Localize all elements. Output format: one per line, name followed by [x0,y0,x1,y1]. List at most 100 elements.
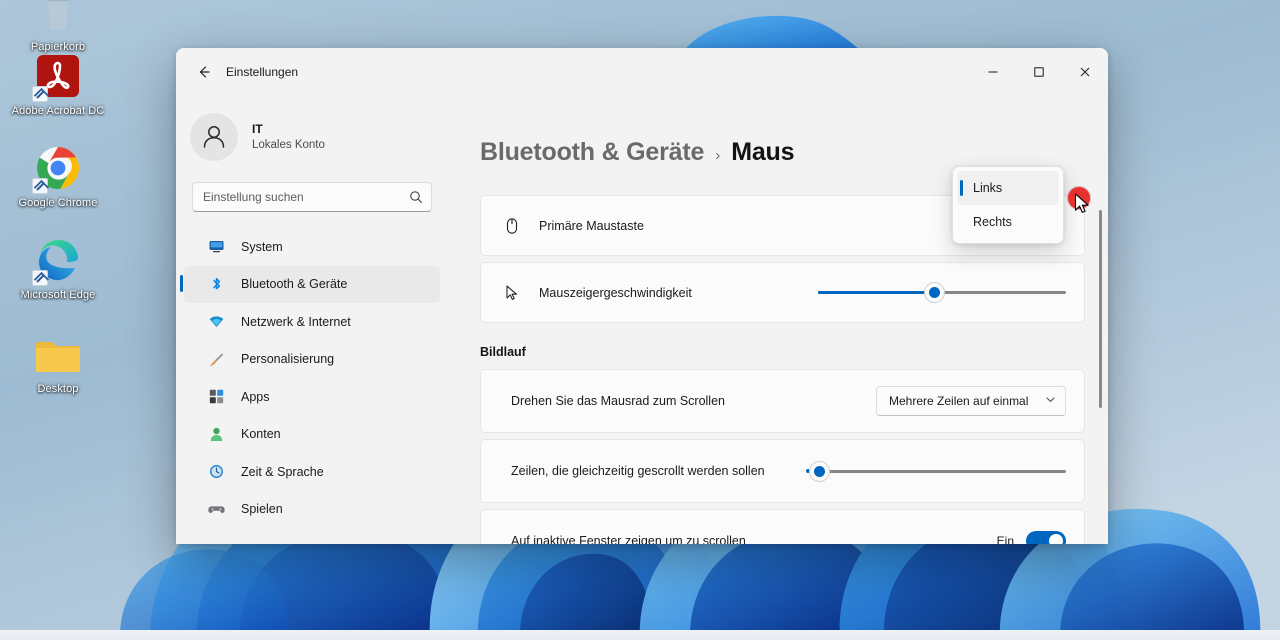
minimize-button[interactable] [970,48,1016,96]
google-chrome-icon [32,144,82,194]
network-wifi-icon [206,312,226,332]
search-input[interactable] [203,190,409,204]
breadcrumb: Bluetooth & Geräte › Maus [448,96,1108,167]
back-arrow-icon [199,66,210,78]
sidebar-item-label: System [241,239,283,254]
sidebar-item-label: Personalisierung [241,352,335,367]
dropdown-option-links[interactable]: Links [957,171,1059,205]
slider-track [820,469,1066,473]
sidebar-item-label: Spielen [241,502,283,517]
sidebar-item-label: Netzwerk & Internet [241,314,351,329]
apps-grid-icon [206,387,226,407]
microsoft-edge-icon [32,236,82,286]
primary-mouse-button-dropdown[interactable]: Links Rechts [952,166,1064,244]
chevron-down-icon [1045,392,1056,410]
clock-icon [206,462,226,482]
sidebar: IT Lokales Konto Einstellung suchen Syst… [176,96,448,544]
close-icon [1080,67,1090,77]
desktop-icon-recycle-bin[interactable]: Papierkorb [2,0,114,54]
toggle-state-label: Ein [996,534,1014,544]
gamepad-icon [206,499,226,519]
maximize-icon [1034,67,1044,77]
setting-label: Drehen Sie das Mausrad zum Scrollen [511,394,725,408]
shortcut-overlay-icon [32,86,48,102]
window-title-bar: Einstellungen [176,48,1108,96]
monitor-icon [206,237,226,257]
desktop-icon-label: Microsoft Edge [20,289,96,301]
desktop-icon-google-chrome[interactable]: Google Chrome [2,144,114,210]
slider-fill [818,291,935,294]
sidebar-nav: System Bluetooth & Geräte Netzwerk & Int… [176,228,448,528]
desktop-icon-label: Adobe Acrobat DC [11,105,105,117]
window-controls [970,48,1108,96]
paintbrush-icon [206,349,226,369]
search-box[interactable] [192,182,432,212]
account-name: IT [252,121,263,136]
sidebar-item-label: Konten [241,427,281,442]
person-avatar-icon [203,126,225,148]
toggle-switch[interactable] [1026,531,1066,544]
account-person-icon [206,424,226,444]
sidebar-item-system[interactable]: System [184,228,440,266]
vertical-scrollbar[interactable] [1099,210,1102,408]
cursor-arrow-icon [499,284,525,302]
avatar [190,113,238,161]
dropdown-option-rechts[interactable]: Rechts [957,205,1059,239]
sidebar-item-apps[interactable]: Apps [184,378,440,416]
sidebar-item-bluetooth-devices[interactable]: Bluetooth & Geräte [180,265,440,303]
minimize-icon [988,71,998,73]
slider-thumb[interactable] [925,283,945,302]
back-button[interactable] [188,56,220,88]
page-title: Maus [731,138,795,166]
sidebar-item-zeit-sprache[interactable]: Zeit & Sprache [184,453,440,491]
breadcrumb-parent[interactable]: Bluetooth & Geräte [480,138,704,167]
setting-label: Zeilen, die gleichzeitig gescrollt werde… [511,464,765,478]
sidebar-item-label: Zeit & Sprache [241,464,324,479]
desktop-icon-desktop-folder[interactable]: Desktop [2,330,114,396]
sidebar-item-label: Apps [241,389,270,404]
taskbar[interactable] [0,630,1280,640]
lines-to-scroll-slider[interactable] [806,461,1066,481]
window-title: Einstellungen [226,65,299,79]
scroll-region: Bluetooth & Geräte › Maus Primäre Mausta… [448,96,1108,544]
desktop-icon-microsoft-edge[interactable]: Microsoft Edge [2,236,114,302]
sidebar-item-personalisierung[interactable]: Personalisierung [184,341,440,379]
mouse-icon [499,217,525,235]
setting-row-pointer-speed[interactable]: Mauszeigergeschwindigkeit [480,262,1085,323]
search-icon [410,191,422,203]
recycle-bin-icon [34,0,82,36]
mouse-cursor [1074,193,1092,222]
setting-row-mouse-wheel-scroll[interactable]: Drehen Sie das Mausrad zum Scrollen Mehr… [480,369,1085,433]
inactive-scroll-toggle-wrap[interactable]: Ein [997,531,1066,544]
adobe-acrobat-icon [32,52,82,102]
scroll-mode-combobox[interactable]: Mehrere Zeilen auf einmal [876,386,1066,416]
account-subtitle: Lokales Konto [252,138,325,151]
folder-icon [34,330,82,378]
slider-thumb[interactable] [810,461,829,481]
desktop-icon-label: Desktop [37,383,79,395]
sidebar-item-konten[interactable]: Konten [184,416,440,454]
selection-indicator [960,180,963,196]
setting-label: Auf inaktive Fenster zeigen um zu scroll… [511,534,746,544]
desktop-icon-adobe-acrobat[interactable]: Adobe Acrobat DC [2,52,114,118]
setting-label: Primäre Maustaste [539,218,644,233]
shortcut-overlay-icon [32,178,48,194]
sidebar-item-network-internet[interactable]: Netzwerk & Internet [184,303,440,341]
selection-indicator [180,274,183,292]
maximize-button[interactable] [1016,48,1062,96]
main-content: Bluetooth & Geräte › Maus Primäre Mausta… [448,96,1108,544]
close-button[interactable] [1062,48,1108,96]
breadcrumb-separator: › [715,147,721,164]
setting-row-lines-to-scroll[interactable]: Zeilen, die gleichzeitig gescrollt werde… [480,439,1085,503]
shortcut-overlay-icon [32,270,48,286]
setting-row-inactive-window-scroll[interactable]: Auf inaktive Fenster zeigen um zu scroll… [480,509,1085,544]
dropdown-option-label: Links [973,181,1003,195]
dropdown-option-label: Rechts [973,215,1012,229]
section-heading-bildlauf: Bildlauf [480,345,526,359]
sidebar-item-label: Bluetooth & Geräte [241,277,348,292]
pointer-speed-slider[interactable] [818,283,1066,302]
setting-label: Mauszeigergeschwindigkeit [539,285,692,300]
account-section[interactable]: IT Lokales Konto [176,96,448,170]
bluetooth-icon [206,274,226,294]
sidebar-item-spielen[interactable]: Spielen [184,491,440,529]
